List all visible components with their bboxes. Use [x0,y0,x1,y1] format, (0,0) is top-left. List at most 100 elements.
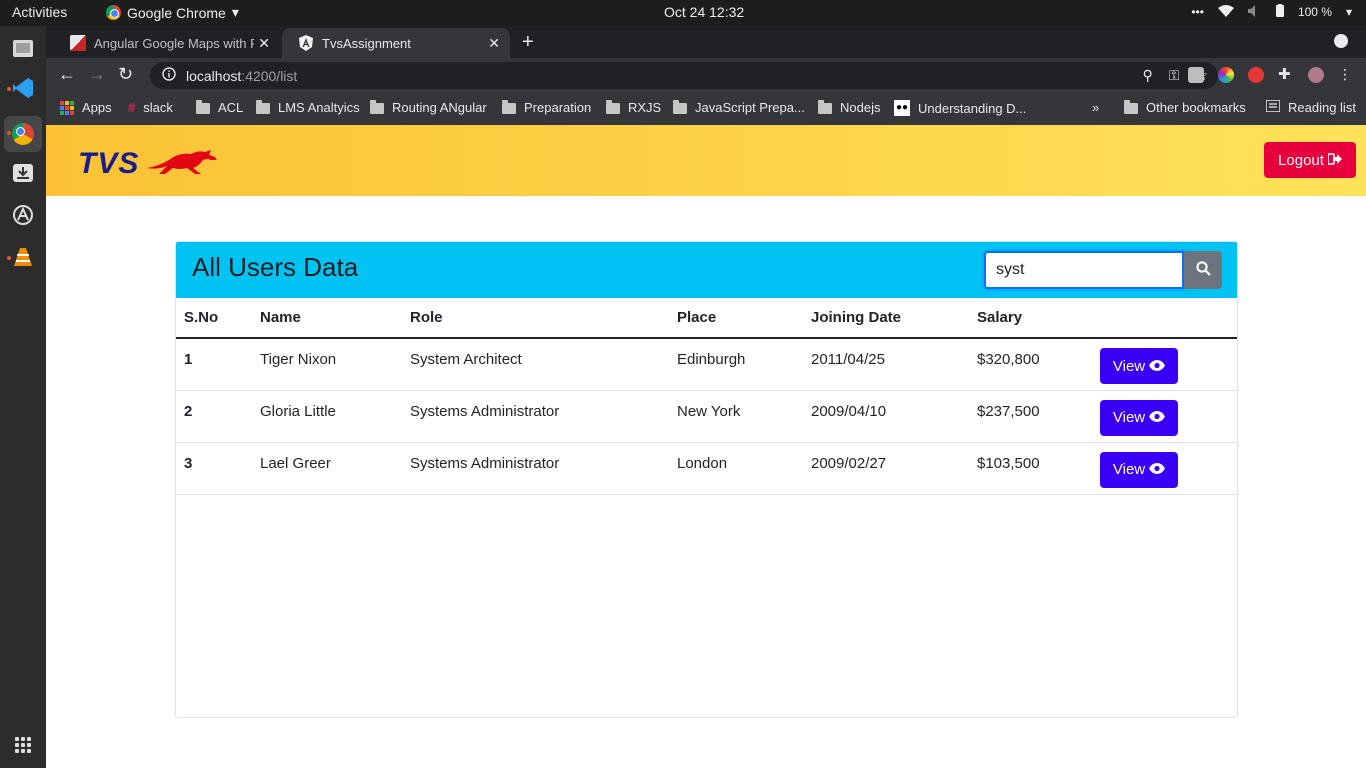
sign-out-icon [1327,152,1342,169]
dock-files[interactable] [4,32,42,68]
bookmark-label: Understanding D... [918,100,1027,116]
cell-joining-date: 2009/02/27 [803,442,969,495]
bookmark-lms-analytics[interactable]: LMS Analtyics [256,100,360,115]
bookmarks-overflow-icon[interactable]: » [1092,100,1099,115]
bookmark-label: LMS Analtyics [278,100,360,115]
dock-vscode[interactable] [4,72,42,108]
tab-title: Angular Google Maps with Pla [94,35,254,51]
show-applications-icon[interactable] [15,737,31,753]
bookmark-nodejs[interactable]: Nodejs [818,100,880,115]
search-input[interactable] [984,251,1184,289]
puzzle-icon[interactable]: ✚ [1278,66,1294,83]
extensions-area: ✚ ⋮ [1188,66,1352,83]
bookmark-preparation[interactable]: Preparation [502,100,591,115]
activities-button[interactable]: Activities [12,4,67,20]
bookmark-acl[interactable]: ACL [196,100,243,115]
avatar[interactable] [1308,66,1324,83]
vscode-icon [12,77,34,104]
tab-tvs-assignment[interactable]: TvsAssignment ✕ [282,28,510,58]
bookmark-routing-angular[interactable]: Routing ANgular [370,100,487,115]
chrome-icon [12,123,34,145]
location-pin-icon[interactable]: ⚲ [1143,67,1153,84]
dock-downloads[interactable] [4,157,42,193]
adblock-icon[interactable] [1248,66,1264,83]
angular-icon [298,35,314,51]
bookmark-javascript-prep[interactable]: JavaScript Prepa... [673,100,805,115]
column-header-sno: S.No [176,298,252,339]
column-header-role: Role [402,298,669,339]
clock[interactable]: Oct 24 12:32 [664,4,744,20]
url-host: localhost [186,67,242,84]
bookmark-slack[interactable]: # slack [128,100,173,115]
logout-label: Logout [1278,151,1324,169]
cell-joining-date: 2009/04/10 [803,390,969,443]
reading-list[interactable]: Reading list [1265,99,1356,115]
bookmark-label: ACL [218,100,244,115]
software-center-icon [12,204,34,231]
kebab-menu-icon[interactable]: ⋮ [1338,66,1352,83]
table-row: 1 Tiger Nixon System Architect Edinburgh… [176,338,1237,391]
forward-arrow-icon[interactable]: → [88,64,106,85]
color-extension-icon[interactable] [1218,66,1234,83]
reload-icon[interactable]: ↻ [118,64,133,85]
view-button[interactable]: View [1100,399,1178,436]
app-menu[interactable]: Google Chrome ▾ [106,4,239,21]
logout-button[interactable]: Logout [1264,142,1356,178]
favicon-icon [70,35,86,51]
search-button[interactable] [1184,251,1222,289]
column-header-actions [1092,298,1237,339]
folder-icon [502,100,516,114]
bookmark-label: Preparation [524,100,592,115]
search-icon [1195,261,1211,279]
cell-place: Edinburgh [669,338,803,391]
close-tab-icon[interactable]: ✕ [488,35,500,52]
folder-icon [196,100,210,114]
bookmark-label: JavaScript Prepa... [695,100,805,115]
cell-sno: 1 [176,338,252,391]
camera-extension-icon[interactable] [1188,66,1204,83]
bookmark-other[interactable]: Other bookmarks [1124,100,1246,115]
vlc-icon [12,246,34,273]
eye-icon [1149,461,1166,478]
dock-chrome[interactable] [4,116,42,152]
tab-search-icon[interactable] [1334,34,1348,48]
dock-vlc[interactable] [4,241,42,277]
table-row: 2 Gloria Little Systems Administrator Ne… [176,390,1237,443]
eye-icon [1149,358,1166,375]
key-icon[interactable]: ⚿ [1169,67,1180,84]
column-header-name: Name [252,298,402,339]
tvs-logo[interactable]: TVS [78,147,219,181]
tab-angular-maps[interactable]: Angular Google Maps with Pla ✕ [54,28,280,58]
chevron-down-icon: ▾ [231,4,239,20]
view-label: View [1112,461,1146,478]
system-tray[interactable]: ••• 100 % ▾ [1191,4,1352,20]
bookmark-rxjs[interactable]: RXJS [606,100,661,115]
bookmark-apps[interactable]: Apps [60,100,112,115]
folder-icon [256,100,270,114]
page-title: All Users Data [192,252,359,282]
browser-toolbar: ← → ↻ localhost:4200/list ⚲ ⚿ ☆ ✚ ⋮ [46,58,1366,92]
running-indicator [7,256,11,260]
back-arrow-icon[interactable]: ← [58,64,76,85]
cell-actions: View [1092,338,1237,391]
bookmark-label: RXJS [628,100,662,115]
cell-role: Systems Administrator [402,442,669,495]
new-tab-icon[interactable]: + [522,31,534,54]
close-tab-icon[interactable]: ✕ [258,35,270,52]
dock-software[interactable] [4,199,42,235]
reading-list-label: Reading list [1288,100,1356,115]
running-indicator [7,87,11,91]
column-header-salary: Salary [969,298,1092,339]
system-top-bar: Activities Google Chrome ▾ Oct 24 12:32 … [0,0,1366,26]
cell-sno: 2 [176,390,252,443]
search-group [984,251,1222,289]
view-button[interactable]: View [1100,451,1178,488]
address-bar[interactable]: localhost:4200/list ⚲ ⚿ ☆ [150,62,1218,89]
view-button[interactable]: View [1100,348,1178,384]
bookmark-understanding[interactable]: ●● Understanding D... [894,100,1026,116]
cell-salary: $103,500 [969,442,1092,495]
battery-icon [1275,4,1284,20]
column-header-place: Place [669,298,803,339]
bookmark-label: Other bookmarks [1146,100,1246,115]
wifi-icon [1217,4,1234,20]
